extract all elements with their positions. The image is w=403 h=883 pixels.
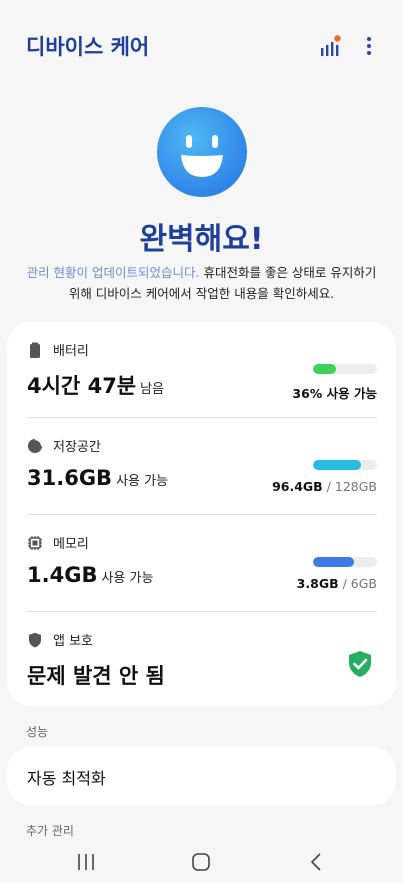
storage-available-value: 31.6GB [27, 466, 113, 490]
page-title: 디바이스 케어 [26, 35, 150, 59]
storage-used: 96.4GB [272, 479, 323, 494]
memory-separator: / [338, 576, 351, 591]
storage-progress-fill [313, 460, 362, 470]
navigation-bar [0, 838, 403, 883]
storage-available-label: 사용 가능 [116, 474, 169, 489]
memory-used: 3.8GB [296, 576, 339, 591]
extra-care-section-label: 추가 관리 [26, 824, 74, 838]
storage-available: 31.6GB 사용 가능 [27, 466, 168, 490]
battery-icon [30, 342, 40, 358]
storage-progress-bar [313, 460, 377, 470]
recents-icon[interactable] [74, 850, 98, 874]
memory-section[interactable]: 메모리 1.4GB 사용 가능 3.8GB / 6GB [7, 515, 396, 611]
pie-chart-icon [28, 438, 42, 453]
storage-label: 저장공간 [53, 440, 101, 455]
memory-progress-fill [313, 557, 354, 567]
battery-progress-fill [313, 364, 337, 374]
auto-optimization-card[interactable]: 자동 최적화 [7, 747, 396, 805]
app-protection-label: 앱 보호 [53, 634, 94, 649]
app-protection-section[interactable]: 앱 보호 문제 발견 안 됨 [7, 612, 396, 708]
battery-section[interactable]: 배터리 4시간 47분 남음 36% 사용 가능 [7, 322, 396, 418]
memory-total: 6GB [350, 576, 377, 591]
memory-label: 메모리 [53, 537, 89, 552]
device-status-card: 배터리 4시간 47분 남음 36% 사용 가능 저장공간 31.6GB 사용 가능… [7, 322, 396, 706]
memory-chip-icon [28, 535, 42, 550]
shield-icon [29, 632, 41, 647]
battery-label: 배터리 [53, 344, 89, 359]
update-notice-link[interactable]: 관리 현황이 업데이트되었습니다. [27, 265, 200, 280]
more-vertical-icon[interactable] [357, 34, 381, 58]
memory-available: 1.4GB 사용 가능 [27, 563, 153, 587]
battery-progress-bar [313, 364, 377, 374]
battery-remaining-time: 4시간 47분 남음 [27, 370, 164, 400]
storage-usage-text: 96.4GB / 128GB [272, 479, 377, 494]
memory-available-value: 1.4GB [27, 563, 98, 587]
smiley-face-icon [157, 107, 247, 197]
app-header: 디바이스 케어 [0, 0, 403, 92]
battery-percent-text: 36% 사용 가능 [292, 386, 377, 401]
signal-report-icon[interactable] [318, 34, 342, 58]
status-description: 관리 현황이 업데이트되었습니다. 휴대전화를 좋은 상태로 유지하기 위해 디… [20, 262, 383, 304]
auto-optimization-item[interactable]: 자동 최적화 [27, 765, 106, 789]
memory-usage-text: 3.8GB / 6GB [297, 576, 377, 591]
battery-remaining-label: 남음 [140, 382, 165, 397]
status-heading: 완벽해요! [139, 222, 264, 257]
memory-available-label: 사용 가능 [101, 571, 154, 586]
memory-progress-bar [313, 557, 377, 567]
shield-check-icon [349, 651, 371, 677]
storage-section[interactable]: 저장공간 31.6GB 사용 가능 96.4GB / 128GB [7, 418, 396, 514]
storage-separator: / [322, 479, 335, 494]
storage-total: 128GB [334, 479, 377, 494]
app-protection-status: 문제 발견 안 됨 [27, 664, 165, 688]
back-icon[interactable] [305, 850, 329, 874]
performance-section-label: 성능 [26, 725, 49, 739]
battery-minutes: 47분 [87, 374, 137, 398]
battery-hours: 4시간 [27, 374, 81, 398]
home-icon[interactable] [189, 850, 213, 874]
